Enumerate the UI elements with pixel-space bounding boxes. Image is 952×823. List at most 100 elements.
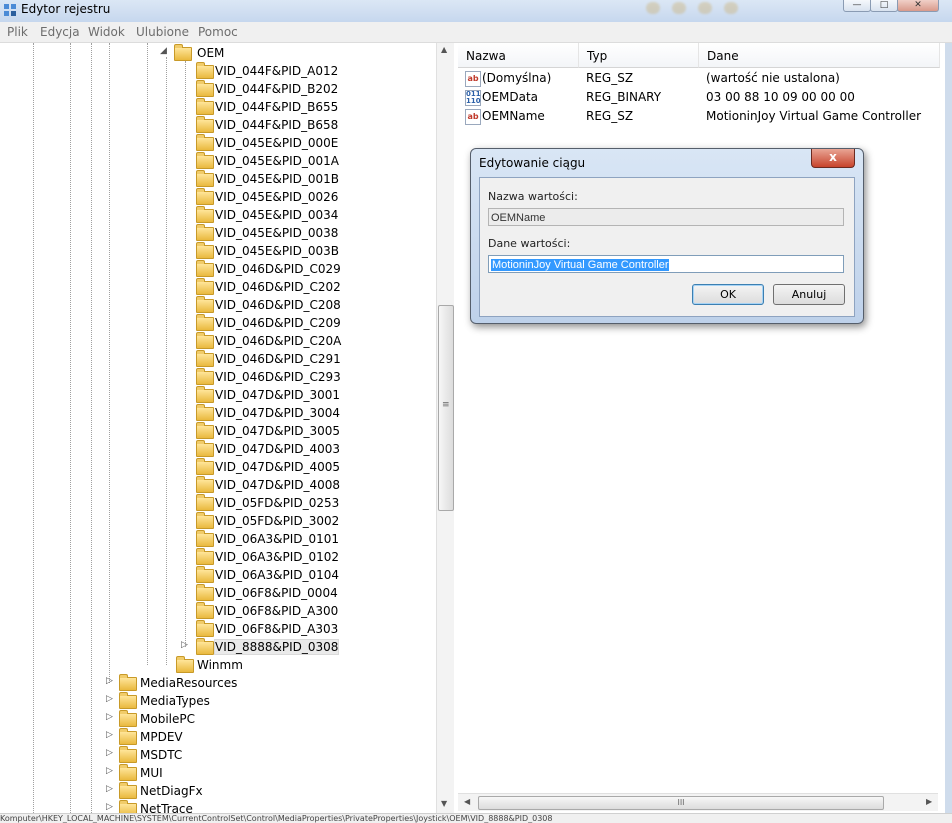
- minimize-button[interactable]: —: [843, 0, 871, 12]
- folder-icon: [196, 98, 214, 115]
- tree-node-label: MediaTypes: [140, 694, 210, 708]
- folder-icon: [174, 44, 192, 61]
- folder-icon: [119, 782, 137, 799]
- value-name: OEMName: [482, 109, 545, 123]
- window-title: Edytor rejestru: [21, 2, 111, 16]
- expand-arrow-icon[interactable]: ▷: [106, 694, 113, 704]
- value-row[interactable]: ab (Domyślna) REG_SZ (wartość nie ustalona): [462, 69, 950, 88]
- expand-arrow-icon[interactable]: ▷: [106, 676, 113, 686]
- registry-key-tree[interactable]: ◢ OEM VID_044F&PID_A012 VID_044F&PID_B202…: [0, 43, 454, 813]
- window-close-button[interactable]: ✕: [897, 0, 939, 12]
- folder-icon: [196, 296, 214, 313]
- tree-node-label: VID_046D&PID_C209: [215, 316, 341, 330]
- scroll-right-arrow-icon[interactable]: ▶: [926, 797, 932, 806]
- folder-icon: [196, 206, 214, 223]
- folder-icon: [119, 674, 137, 691]
- tree-node-label: VID_045E&PID_001A: [215, 154, 339, 168]
- folder-icon: [196, 62, 214, 79]
- tree-node-label: VID_8888&PID_0308: [213, 639, 340, 655]
- menu-bar: Plik Edycja Widok Ulubione Pomoc: [0, 22, 952, 43]
- column-header-data[interactable]: Dane: [699, 43, 940, 68]
- tree-node-label: VID_047D&PID_3004: [215, 406, 341, 420]
- scroll-grip: ≡: [442, 400, 450, 410]
- scroll-left-arrow-icon[interactable]: ◀: [464, 797, 470, 806]
- tree-node-label: VID_044F&PID_B655: [215, 100, 339, 114]
- tree-node-label: VID_06F8&PID_0004: [215, 586, 338, 600]
- tree-node-label: MPDEV: [140, 730, 183, 744]
- value-type: REG_BINARY: [586, 90, 662, 104]
- tree-node-label: VID_044F&PID_B658: [215, 118, 339, 132]
- tree-node-label: VID_046D&PID_C293: [215, 370, 341, 384]
- value-data: 03 00 88 10 09 00 00 00: [706, 90, 855, 104]
- folder-icon: [176, 656, 194, 673]
- tree-node-label: VID_045E&PID_003B: [215, 244, 339, 258]
- tree-node-label: VID_044F&PID_B202: [215, 82, 339, 96]
- tree-node-label: VID_06A3&PID_0102: [215, 550, 340, 564]
- ok-button[interactable]: OK: [692, 284, 764, 305]
- tree-guide-line: [70, 43, 71, 813]
- scroll-grip: III: [677, 798, 685, 807]
- folder-icon: [196, 80, 214, 97]
- value-data-input[interactable]: MotioninJoy Virtual Game Controller: [488, 255, 844, 273]
- dialog-body: Nazwa wartości: OEMName Dane wartości: M…: [479, 177, 855, 317]
- scroll-down-arrow-icon[interactable]: ▼: [441, 799, 447, 808]
- maximize-button[interactable]: □: [870, 0, 898, 12]
- folder-icon: [196, 134, 214, 151]
- menu-pomoc[interactable]: Pomoc: [198, 25, 238, 39]
- value-type: REG_SZ: [586, 71, 634, 85]
- expand-arrow-icon[interactable]: ▷: [106, 748, 113, 758]
- tree-node-label: VID_045E&PID_0026: [215, 190, 339, 204]
- expand-arrow-icon[interactable]: ▷: [106, 730, 113, 740]
- values-scroll-thumb[interactable]: III: [478, 796, 884, 810]
- folder-icon: [196, 332, 214, 349]
- cancel-button[interactable]: Anuluj: [773, 284, 845, 305]
- dialog-close-button[interactable]: x: [811, 149, 855, 168]
- expand-arrow-icon[interactable]: ▷: [181, 640, 188, 650]
- folder-icon: [196, 188, 214, 205]
- tree-node-label: VID_045E&PID_0038: [215, 226, 339, 240]
- value-row[interactable]: 011 110 OEMData REG_BINARY 03 00 88 10 09 00…: [462, 88, 950, 107]
- collapse-arrow-icon[interactable]: ◢: [160, 46, 167, 56]
- string-value-icon: ab: [465, 109, 481, 125]
- binary-value-icon: 011 110: [465, 90, 481, 106]
- tree-guide-line: [91, 43, 92, 813]
- folder-icon: [196, 638, 214, 655]
- folder-icon: [196, 458, 214, 475]
- tree-node-label: VID_047D&PID_3001: [215, 388, 341, 402]
- tree-node-label: VID_047D&PID_3005: [215, 424, 341, 438]
- values-horizontal-scrollbar[interactable]: ◀ III ▶: [458, 793, 938, 811]
- expand-arrow-icon[interactable]: ▷: [106, 784, 113, 794]
- tree-node-label: VID_05FD&PID_3002: [215, 514, 340, 528]
- tree-node-label: VID_044F&PID_A012: [215, 64, 339, 78]
- expand-arrow-icon[interactable]: ▷: [106, 712, 113, 722]
- menu-edycja[interactable]: Edycja: [40, 25, 80, 39]
- tree-node-label: VID_046D&PID_C202: [215, 280, 341, 294]
- expand-arrow-icon[interactable]: ▷: [106, 802, 113, 812]
- value-row[interactable]: ab OEMName REG_SZ MotioninJoy Virtual Game …: [462, 107, 950, 126]
- tree-scroll-thumb[interactable]: ≡: [438, 305, 454, 511]
- expand-arrow-icon[interactable]: ▷: [106, 766, 113, 776]
- tree-node-label: NetTrace: [140, 802, 193, 813]
- tree-node-label: MobilePC: [140, 712, 195, 726]
- folder-icon: [196, 170, 214, 187]
- menu-ulubione[interactable]: Ulubione: [136, 25, 189, 39]
- folder-icon: [196, 476, 214, 493]
- folder-icon: [196, 152, 214, 169]
- menu-plik[interactable]: Plik: [7, 25, 28, 39]
- folder-icon: [119, 728, 137, 745]
- tree-node-label: VID_047D&PID_4005: [215, 460, 341, 474]
- registry-editor-icon: [4, 4, 16, 16]
- tree-vertical-scrollbar[interactable]: ▲ ≡ ▼: [436, 43, 454, 813]
- tree-guide-line: [147, 43, 148, 665]
- tree-guide-line: [166, 57, 167, 665]
- scroll-up-arrow-icon[interactable]: ▲: [441, 45, 447, 54]
- column-header-type[interactable]: Typ: [579, 43, 699, 68]
- folder-icon: [196, 548, 214, 565]
- window-right-edge: [945, 43, 952, 813]
- column-header-name[interactable]: Nazwa: [458, 43, 579, 68]
- folder-icon: [196, 386, 214, 403]
- menu-widok[interactable]: Widok: [88, 25, 125, 39]
- tree-node-label: NetDiagFx: [140, 784, 203, 798]
- tree-guide-line: [185, 61, 186, 647]
- folder-icon: [196, 584, 214, 601]
